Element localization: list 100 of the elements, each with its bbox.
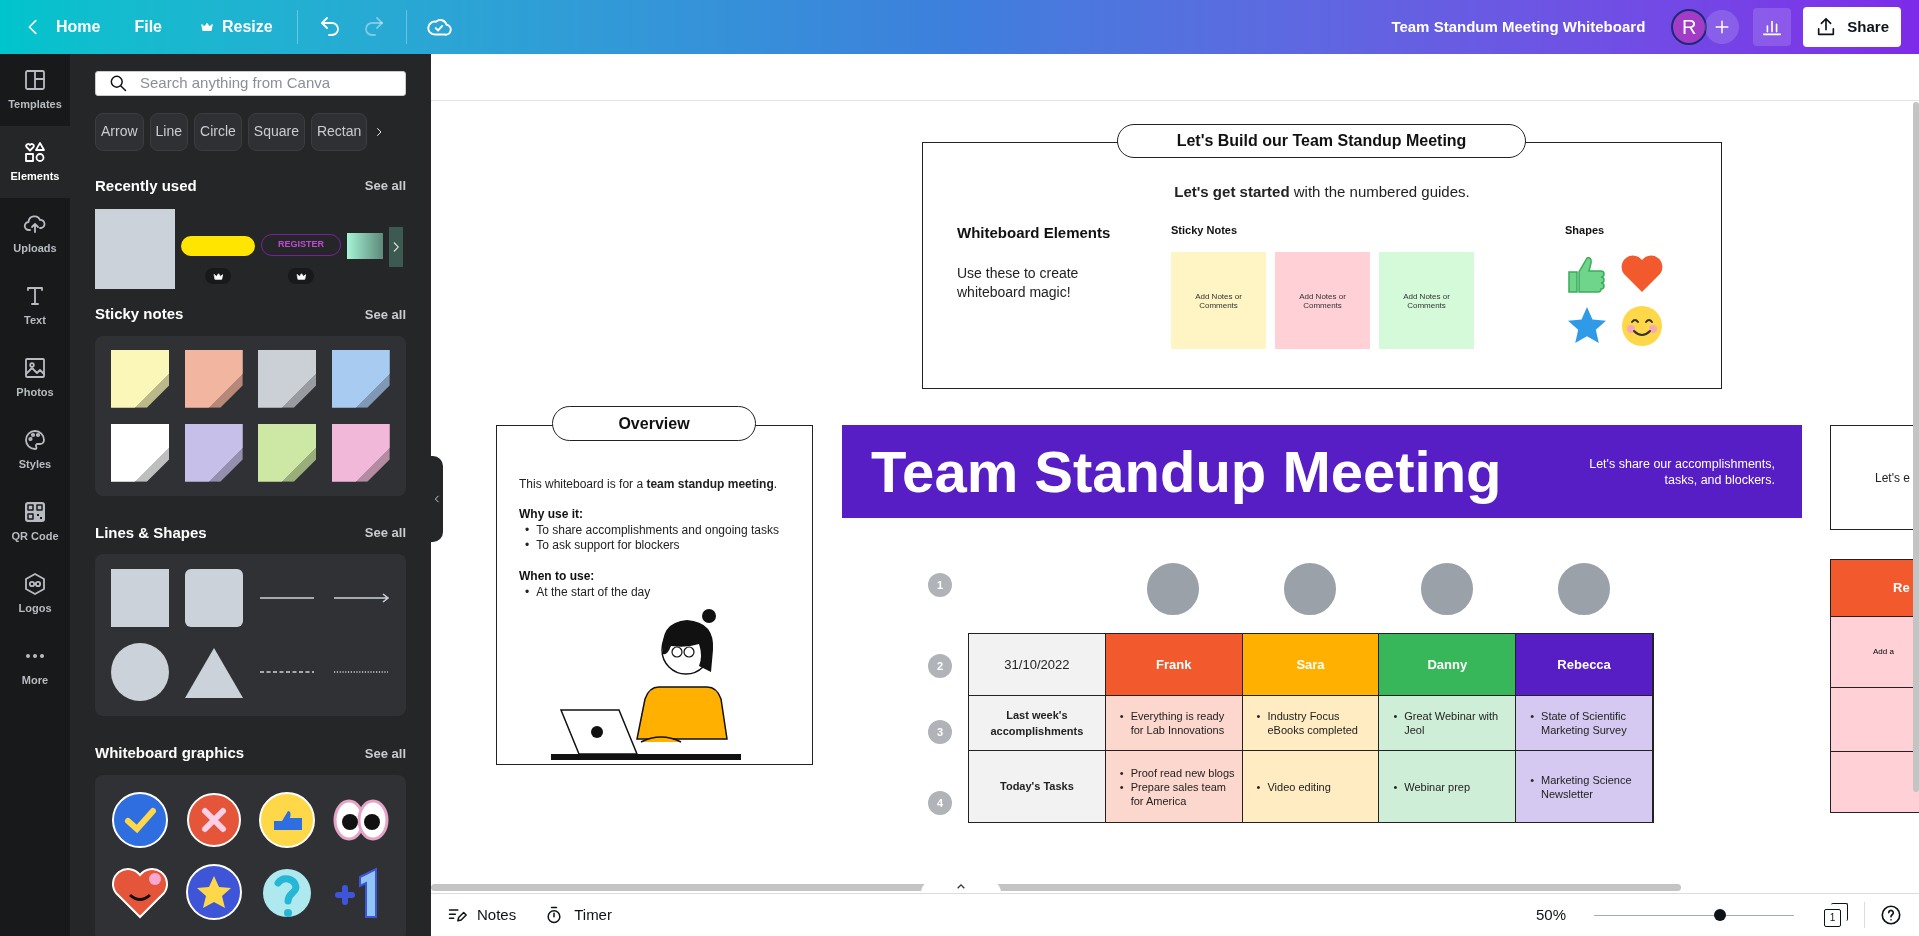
help-icon bbox=[1880, 904, 1902, 926]
search-icon bbox=[108, 73, 128, 94]
collapse-panel-button[interactable] bbox=[431, 456, 443, 542]
list-item: • Marketing Science Newsletter bbox=[1530, 772, 1633, 801]
list-item: • At the start of the day bbox=[525, 585, 652, 600]
list-item: • Proof read new blogs bbox=[1119, 765, 1236, 780]
sticky-note-thumbnail[interactable] bbox=[258, 349, 316, 408]
see-all-link[interactable]: See all bbox=[364, 523, 406, 543]
chevron-up-icon bbox=[956, 883, 966, 890]
table-cell: 31/10/2022 bbox=[969, 634, 1106, 695]
section-label: Let's Build our Team Standup Meeting bbox=[1117, 124, 1526, 158]
sticky-note-thumbnail[interactable] bbox=[111, 423, 169, 482]
table-header-cell: Danny bbox=[1379, 634, 1517, 695]
rail-tab[interactable]: QR Code bbox=[0, 486, 70, 558]
shapes-icon bbox=[23, 139, 47, 164]
list-item: • To share accomplishments and ongoing tasks bbox=[525, 523, 780, 538]
qr-code-icon bbox=[23, 499, 47, 524]
section-title: Sticky notes bbox=[95, 304, 184, 324]
section-title: Whiteboard graphics bbox=[95, 743, 245, 763]
image-icon bbox=[23, 355, 47, 380]
rail-tab[interactable]: More bbox=[0, 630, 70, 702]
see-all-link[interactable]: See all bbox=[364, 304, 406, 324]
table-header-cell: Rebecca bbox=[1516, 634, 1653, 695]
slider-thumb[interactable] bbox=[1714, 909, 1726, 921]
insights-button[interactable] bbox=[1753, 8, 1792, 46]
sticky-note[interactable]: Add Notes or Comments bbox=[1275, 252, 1370, 349]
zoom-slider[interactable] bbox=[1594, 908, 1794, 922]
hexagon-icon bbox=[23, 571, 47, 596]
list-item: • To ask support for blockers bbox=[525, 538, 681, 553]
filter-chip[interactable]: Circle bbox=[194, 112, 242, 151]
thumbs-up-icon[interactable] bbox=[258, 790, 316, 849]
section-title: Recently used bbox=[95, 175, 197, 196]
rail-tab[interactable]: Elements bbox=[0, 126, 70, 198]
sticky-note[interactable]: Add Notes or Comments bbox=[1379, 252, 1474, 349]
section-label: Overview bbox=[552, 406, 756, 441]
rail-tab[interactable]: Uploads bbox=[0, 198, 70, 270]
filter-chip[interactable]: Square bbox=[247, 112, 305, 151]
guide-intro: Let's get started with the numbered guides. bbox=[1173, 182, 1471, 202]
document-title[interactable]: Team Standum Meeting Whiteboard bbox=[1391, 15, 1646, 39]
chevron-left-icon bbox=[432, 494, 442, 504]
more-icon bbox=[25, 652, 45, 659]
section-title: Lines & Shapes bbox=[95, 522, 207, 543]
sticky-note-thumbnail[interactable] bbox=[184, 423, 243, 482]
card-text: Let's e bbox=[1875, 469, 1910, 487]
recent-shape[interactable] bbox=[181, 236, 255, 256]
sticky-note-thumbnail[interactable] bbox=[111, 349, 169, 408]
see-all-link[interactable]: See all bbox=[364, 743, 406, 763]
horizontal-scrollbar[interactable] bbox=[431, 884, 1681, 891]
sticky-note[interactable]: Add Notes or Comments bbox=[1171, 252, 1266, 349]
timer-button[interactable]: Timer bbox=[542, 899, 614, 931]
list-heading: Why use it: bbox=[519, 506, 584, 523]
rail-tab[interactable]: Text bbox=[0, 270, 70, 342]
sticky-note-thumbnail[interactable] bbox=[258, 423, 316, 482]
list-heading: When to use: bbox=[519, 568, 596, 585]
table-row-header: Last week's accomplishments bbox=[969, 695, 1106, 750]
step-number: 1 bbox=[928, 573, 952, 597]
filter-chip[interactable]: Rectan bbox=[310, 112, 368, 151]
list-item: • Video editing bbox=[1256, 779, 1331, 794]
rail-tab[interactable]: Photos bbox=[0, 342, 70, 414]
sticky-note-thumbnail[interactable] bbox=[331, 349, 390, 408]
sticky-note-thumbnail[interactable] bbox=[184, 349, 243, 408]
premium-badge bbox=[205, 268, 231, 284]
cross-badge-icon[interactable] bbox=[184, 790, 243, 849]
filter-chip[interactable]: Line bbox=[149, 112, 189, 151]
step-number: 4 bbox=[928, 791, 952, 815]
templates-icon bbox=[23, 67, 47, 92]
sticky-note-thumbnail[interactable] bbox=[331, 423, 390, 482]
filter-chip[interactable]: Arrow bbox=[95, 112, 144, 151]
star-badge-icon[interactable] bbox=[184, 862, 243, 921]
rail-tab[interactable]: Styles bbox=[0, 414, 70, 486]
table-header-cell: Sara bbox=[1242, 634, 1380, 695]
user-avatar[interactable]: R bbox=[1671, 9, 1708, 45]
list-item: • Great Webinar with Jeol bbox=[1393, 709, 1500, 737]
smiley-icon[interactable] bbox=[1620, 304, 1664, 348]
list-item: • Webinar prep bbox=[1393, 779, 1471, 794]
list-item: • State of Scientific Marketing Survey bbox=[1530, 709, 1628, 737]
zoom-level[interactable]: 50% bbox=[1535, 903, 1566, 927]
add-collaborator-button[interactable] bbox=[1705, 10, 1740, 44]
list-item: • Everything is ready for Lab Innovations bbox=[1119, 709, 1226, 737]
guide-text: Use these to create whiteboard magic! bbox=[957, 264, 1080, 302]
circle-shape[interactable] bbox=[111, 643, 169, 701]
page-count-button[interactable]: 1 bbox=[1824, 903, 1850, 927]
section-heading: Shapes bbox=[1565, 222, 1606, 238]
notes-button[interactable]: Notes bbox=[445, 899, 519, 931]
premium-badge bbox=[288, 268, 314, 284]
section-heading: Sticky Notes bbox=[1171, 222, 1239, 238]
see-all-link[interactable]: See all bbox=[364, 176, 406, 196]
palette-icon bbox=[23, 427, 47, 452]
rail-tab[interactable]: Logos bbox=[0, 558, 70, 630]
overview-intro: This whiteboard is for a team standup meeting. bbox=[519, 476, 779, 493]
search-field[interactable]: Search anything from Canva bbox=[95, 71, 406, 96]
share-button[interactable]: Share bbox=[1803, 7, 1901, 47]
rail-tab[interactable]: Templates bbox=[0, 54, 70, 126]
section-heading: Whiteboard Elements bbox=[957, 222, 1112, 243]
vertical-scrollbar[interactable] bbox=[1913, 102, 1919, 792]
step-number: 2 bbox=[928, 654, 952, 678]
check-badge-icon[interactable] bbox=[111, 790, 169, 849]
step-number: 3 bbox=[928, 720, 952, 744]
table-row-header: Today's Tasks bbox=[969, 750, 1106, 822]
rounded-square-shape[interactable] bbox=[184, 569, 243, 627]
